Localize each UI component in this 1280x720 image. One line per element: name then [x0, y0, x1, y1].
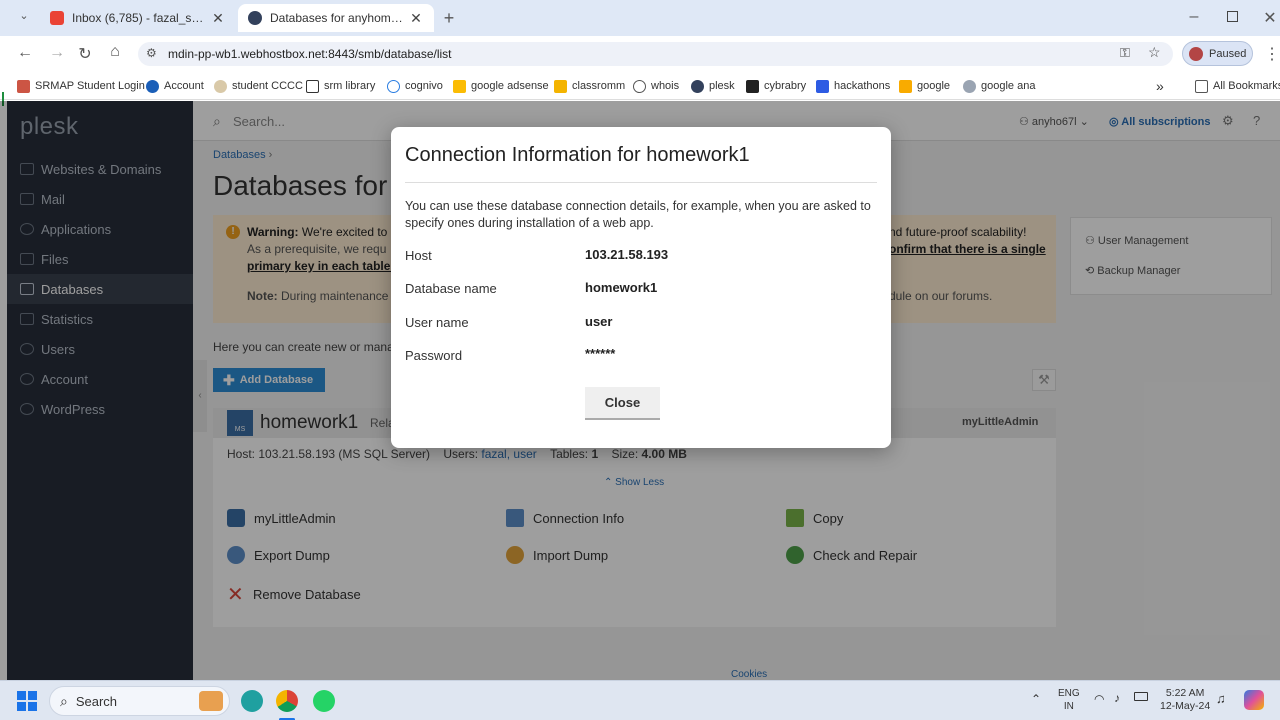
folder-icon: [1195, 79, 1208, 93]
bookmark-google-ana[interactable]: google ana: [963, 78, 1035, 94]
plesk-favicon-icon: [248, 11, 262, 25]
cognivo-icon: [387, 79, 400, 93]
taskbar-search[interactable]: ⌕ Search: [49, 686, 230, 716]
user-name-value: user: [585, 314, 613, 329]
tab-title: Databases for anyhomework.co: [270, 11, 408, 25]
browser-menu-icon[interactable]: ⋮: [1260, 44, 1280, 64]
srm-icon: [17, 79, 30, 93]
battery-icon[interactable]: [1134, 692, 1148, 701]
browser-tab-strip: ⌄ Inbox (6,785) - fazal_shaik@srm ✕ Data…: [0, 0, 1280, 36]
tab-title: Inbox (6,785) - fazal_shaik@srm: [72, 11, 210, 25]
edge-icon[interactable]: [241, 690, 263, 712]
windows-start-icon[interactable]: [17, 691, 37, 711]
close-tab-icon[interactable]: ✕: [210, 10, 226, 27]
search-icon: ⌕: [60, 692, 68, 709]
all-bookmarks[interactable]: All Bookmarks: [1195, 78, 1280, 94]
hackathons-icon: [816, 79, 829, 93]
database-name-label: Database name: [405, 281, 497, 296]
student-icon: [214, 79, 227, 93]
bookmark-classroom[interactable]: classromm: [554, 78, 625, 94]
new-tab-button[interactable]: +: [437, 8, 461, 29]
bookmark-whois[interactable]: whois: [633, 78, 679, 94]
dialog-description: You can use these database connection de…: [405, 199, 871, 230]
volume-icon[interactable]: ♪: [1114, 691, 1120, 705]
host-label: Host: [405, 248, 432, 263]
bookmark-account[interactable]: Account: [146, 78, 204, 94]
cybrabry-icon: [746, 79, 759, 93]
globe-icon: [963, 79, 976, 93]
bookmarks-bar: SRMAP Student Login Account student CCCC…: [0, 72, 1280, 100]
clock[interactable]: 5:22 AM 12-May-24: [1160, 687, 1210, 713]
search-highlight-icon: [199, 691, 223, 711]
analytics-icon: [899, 79, 912, 93]
windows-taskbar: ⌕ Search ⌃ ENG IN ◠ ♪ 5:22 AM 12-May-24 ♫: [0, 680, 1280, 720]
adsense-icon: [453, 79, 466, 93]
wikipedia-icon: [633, 79, 646, 93]
classroom-icon: [554, 79, 567, 93]
bookmark-cognivo[interactable]: cognivo: [387, 78, 443, 94]
database-name-value: homework1: [585, 280, 658, 295]
forward-icon[interactable]: →: [45, 44, 69, 62]
maximize-icon[interactable]: [1227, 11, 1238, 22]
window-close-icon[interactable]: ✕: [1258, 8, 1280, 28]
whatsapp-icon[interactable]: [313, 690, 335, 712]
bookmark-google[interactable]: google: [899, 78, 950, 94]
close-tab-icon[interactable]: ✕: [408, 10, 424, 27]
dialog-divider: [405, 182, 877, 183]
show-hidden-icons[interactable]: ⌃: [1031, 692, 1041, 706]
language-indicator[interactable]: ENG IN: [1058, 687, 1080, 713]
library-icon: [306, 79, 319, 93]
tab-gmail[interactable]: Inbox (6,785) - fazal_shaik@srm ✕: [40, 4, 236, 32]
password-value: ******: [585, 346, 616, 361]
bookmark-star-icon[interactable]: ☆: [1148, 44, 1161, 61]
connection-info-dialog: Connection Information for homework1 You…: [391, 127, 891, 448]
host-value: 103.21.58.193: [585, 247, 669, 262]
url-text[interactable]: mdin-pp-wb1.webhostbox.net:8443/smb/data…: [168, 47, 452, 61]
bookmark-srm-library[interactable]: srm library: [306, 78, 375, 94]
notification-bell-icon[interactable]: ♫: [1216, 691, 1226, 706]
bookmark-plesk[interactable]: plesk: [691, 78, 735, 94]
wifi-icon[interactable]: ◠: [1094, 692, 1104, 706]
profile-status: Paused: [1209, 47, 1247, 60]
tab-plesk-databases[interactable]: Databases for anyhomework.co ✕: [238, 4, 434, 32]
tab-search-chevron-icon[interactable]: ⌄: [12, 9, 36, 22]
account-icon: [146, 79, 159, 93]
chrome-icon[interactable]: [276, 690, 298, 712]
home-icon[interactable]: ⌂: [103, 43, 127, 61]
back-icon[interactable]: ←: [13, 44, 37, 62]
password-key-icon[interactable]: ⚿: [1120, 45, 1130, 61]
gmail-icon: [50, 11, 64, 25]
reload-icon[interactable]: ↻: [73, 44, 97, 64]
password-label: Password: [405, 348, 463, 363]
copilot-icon[interactable]: [1244, 690, 1264, 710]
bookmark-student[interactable]: student CCCC: [214, 78, 303, 94]
minimize-icon[interactable]: –: [1182, 8, 1206, 26]
site-info-icon[interactable]: ⚙: [146, 46, 157, 60]
bookmark-cybrabry[interactable]: cybrabry: [746, 78, 806, 94]
dialog-title: Connection Information for homework1: [405, 144, 750, 166]
close-button[interactable]: Close: [585, 387, 660, 420]
profile-button[interactable]: Paused: [1182, 41, 1253, 66]
avatar: [1189, 46, 1203, 61]
plesk-icon: [691, 79, 704, 93]
bookmark-hackathons[interactable]: hackathons: [816, 78, 890, 94]
more-bookmarks-icon[interactable]: »: [1156, 78, 1164, 94]
address-bar[interactable]: ⚙ mdin-pp-wb1.webhostbox.net:8443/smb/da…: [138, 42, 1173, 66]
bookmark-srmap[interactable]: SRMAP Student Login: [17, 78, 145, 94]
bookmark-adsense[interactable]: google adsense: [453, 78, 549, 94]
user-name-label: User name: [405, 315, 469, 330]
